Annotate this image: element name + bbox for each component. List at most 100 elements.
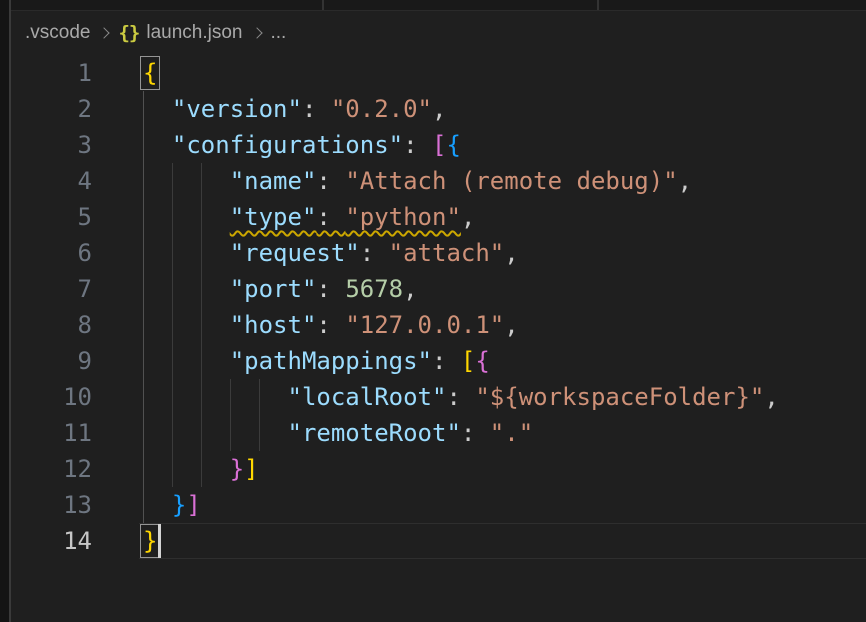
token-pun: : bbox=[461, 419, 490, 447]
code-line[interactable]: 4 "name": "Attach (remote debug)", bbox=[11, 163, 866, 199]
code-text: "version": "0.2.0", bbox=[143, 91, 446, 127]
token-pun: , bbox=[504, 311, 518, 339]
token-str: "python" bbox=[345, 203, 461, 231]
token-pun: , bbox=[764, 383, 778, 411]
vscode-window: .vscode {} launch.json... 1 { 2 "version":… bbox=[0, 0, 866, 622]
line-number[interactable]: 1 bbox=[11, 55, 92, 91]
code-line[interactable]: 14 } bbox=[11, 523, 866, 559]
token-pun: : bbox=[316, 275, 345, 303]
token-str: "Attach (remote debug)" bbox=[345, 167, 677, 195]
code-text: }] bbox=[143, 487, 201, 523]
editor[interactable]: 1 { 2 "version": "0.2.0", 3 "configurati… bbox=[11, 55, 866, 559]
line-number[interactable]: 11 bbox=[11, 415, 92, 451]
code-line[interactable]: 13 }] bbox=[11, 487, 866, 523]
token-pun: : bbox=[316, 203, 345, 231]
token-b2: [ bbox=[432, 131, 446, 159]
code-text: "remoteRoot": "." bbox=[143, 415, 533, 451]
code-line[interactable]: 9 "pathMappings": [{ bbox=[11, 343, 866, 379]
token-b3: } bbox=[172, 491, 186, 519]
token-key: "type" bbox=[230, 203, 317, 231]
token-pun: : bbox=[403, 131, 432, 159]
token-key: "port" bbox=[230, 275, 317, 303]
token-key: "request" bbox=[230, 239, 360, 267]
bracket-match-box bbox=[140, 524, 160, 558]
window-left-border bbox=[0, 0, 11, 622]
token-str: "0.2.0" bbox=[331, 95, 432, 123]
line-number[interactable]: 10 bbox=[11, 379, 92, 415]
token-key: "pathMappings" bbox=[230, 347, 432, 375]
token-str: "attach" bbox=[389, 239, 505, 267]
token-b1: [ bbox=[461, 347, 475, 375]
token-pun: , bbox=[403, 275, 417, 303]
token-pun: : bbox=[316, 167, 345, 195]
line-number[interactable]: 8 bbox=[11, 307, 92, 343]
code-line[interactable]: 8 "host": "127.0.0.1", bbox=[11, 307, 866, 343]
code-text: "configurations": [{ bbox=[143, 127, 461, 163]
line-number[interactable]: 12 bbox=[11, 451, 92, 487]
token-key: "localRoot" bbox=[288, 383, 447, 411]
line-number[interactable]: 3 bbox=[11, 127, 92, 163]
line-number[interactable]: 5 bbox=[11, 199, 92, 235]
bracket-match-box bbox=[140, 56, 160, 90]
chevron-right-icon bbox=[251, 27, 262, 38]
code-line[interactable]: 12 }] bbox=[11, 451, 866, 487]
token-key: "remoteRoot" bbox=[288, 419, 461, 447]
editor-group: .vscode {} launch.json... 1 { 2 "version":… bbox=[11, 0, 866, 622]
breadcrumb-item-[interactable]: ... bbox=[271, 22, 287, 44]
code-line[interactable]: 7 "port": 5678, bbox=[11, 271, 866, 307]
breadcrumb-item-launchjson[interactable]: launch.json bbox=[146, 22, 242, 44]
text-cursor bbox=[158, 524, 161, 558]
code-line[interactable]: 11 "remoteRoot": "." bbox=[11, 415, 866, 451]
token-b1: ] bbox=[244, 455, 258, 483]
token-pun: : bbox=[432, 347, 461, 375]
token-str: "${workspaceFolder}" bbox=[475, 383, 764, 411]
token-pun: : bbox=[316, 311, 345, 339]
code-text: "localRoot": "${workspaceFolder}", bbox=[143, 379, 779, 415]
line-number[interactable]: 4 bbox=[11, 163, 92, 199]
token-key: "name" bbox=[230, 167, 317, 195]
line-number[interactable]: 6 bbox=[11, 235, 92, 271]
token-key: "configurations" bbox=[172, 131, 403, 159]
token-str: "127.0.0.1" bbox=[345, 311, 504, 339]
token-b2: ] bbox=[186, 491, 200, 519]
token-b3: { bbox=[446, 131, 460, 159]
code-text: "request": "attach", bbox=[143, 235, 519, 271]
code-text: "port": 5678, bbox=[143, 271, 418, 307]
token-key: "host" bbox=[230, 311, 317, 339]
line-number[interactable]: 14 bbox=[11, 523, 92, 559]
code-text: "pathMappings": [{ bbox=[143, 343, 490, 379]
breadcrumb-item-vscode[interactable]: .vscode bbox=[25, 22, 90, 44]
code-text: }] bbox=[143, 451, 259, 487]
token-pun: , bbox=[504, 239, 518, 267]
token-num: 5678 bbox=[345, 275, 403, 303]
json-braces-icon: {} bbox=[118, 22, 139, 44]
code-text: "host": "127.0.0.1", bbox=[143, 307, 519, 343]
line-number[interactable]: 2 bbox=[11, 91, 92, 127]
code-line[interactable]: 1 { bbox=[11, 55, 866, 91]
token-key: "version" bbox=[172, 95, 302, 123]
code-line[interactable]: 6 "request": "attach", bbox=[11, 235, 866, 271]
tab-separator bbox=[597, 0, 599, 10]
code-line[interactable]: 2 "version": "0.2.0", bbox=[11, 91, 866, 127]
tab-separator bbox=[322, 0, 324, 10]
breadcrumb: .vscode {} launch.json... bbox=[11, 11, 866, 55]
line-number[interactable]: 7 bbox=[11, 271, 92, 307]
token-pun: : bbox=[360, 239, 389, 267]
token-str: "." bbox=[490, 419, 533, 447]
token-b2: } bbox=[230, 455, 244, 483]
token-b2: { bbox=[475, 347, 489, 375]
tab-bar[interactable] bbox=[11, 0, 866, 11]
code-line[interactable]: 5 "type": "python", bbox=[11, 199, 866, 235]
token-pun: , bbox=[461, 203, 475, 231]
code-line[interactable]: 10 "localRoot": "${workspaceFolder}", bbox=[11, 379, 866, 415]
warning-squiggle: "type": "python" bbox=[230, 203, 461, 231]
code-text: "type": "python", bbox=[143, 199, 475, 235]
line-number[interactable]: 13 bbox=[11, 487, 92, 523]
code-text: "name": "Attach (remote debug)", bbox=[143, 163, 692, 199]
token-pun: : bbox=[302, 95, 331, 123]
chevron-right-icon bbox=[99, 27, 110, 38]
token-pun: : bbox=[446, 383, 475, 411]
token-pun: , bbox=[678, 167, 692, 195]
code-line[interactable]: 3 "configurations": [{ bbox=[11, 127, 866, 163]
line-number[interactable]: 9 bbox=[11, 343, 92, 379]
